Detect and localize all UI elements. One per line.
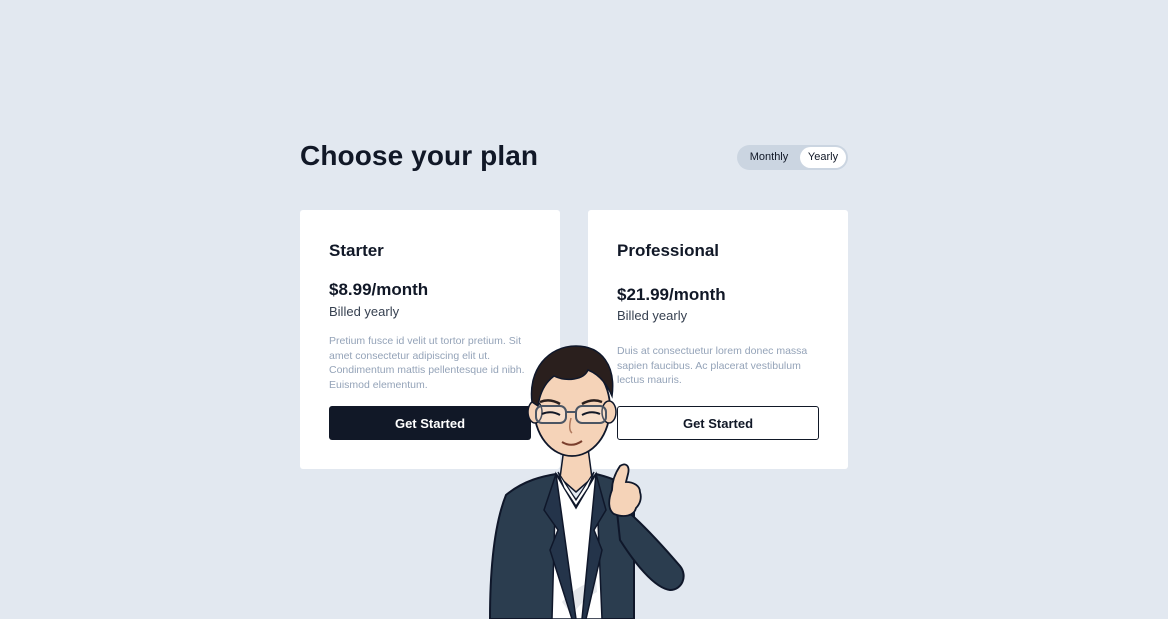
plan-name: Starter [329,241,384,260]
billing-toggle[interactable]: Monthly Yearly [737,145,848,170]
page-title: Choose your plan [300,140,539,171]
plan-name: Professional [617,241,720,260]
toggle-yearly[interactable]: Yearly [800,147,846,168]
toggle-monthly[interactable]: Monthly [739,147,797,168]
plan-price: $8.99/month [329,280,429,299]
plan-price: $21.99/month [617,285,726,304]
thumbs-up-man-illustration [488,345,685,619]
billing-note: Billed yearly [329,304,400,319]
billing-note: Billed yearly [617,308,688,323]
pricing-page: Choose your plan Monthly Yearly Starter … [0,0,1168,619]
